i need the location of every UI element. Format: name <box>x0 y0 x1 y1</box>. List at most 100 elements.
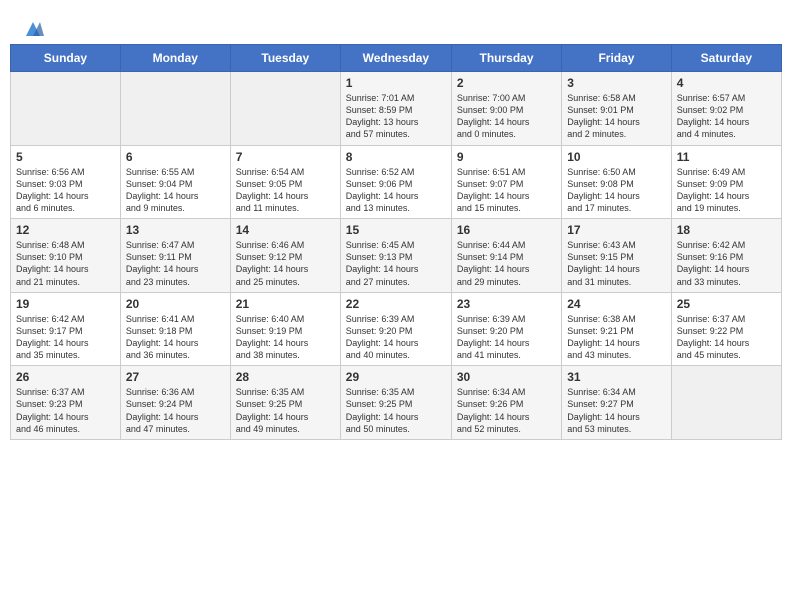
cell-info: Sunrise: 6:47 AM <box>126 239 225 251</box>
cell-info: Daylight: 14 hours <box>126 411 225 423</box>
day-header: Friday <box>562 45 671 72</box>
day-header: Tuesday <box>230 45 340 72</box>
cell-info: Sunset: 9:18 PM <box>126 325 225 337</box>
cell-info: Sunrise: 6:52 AM <box>346 166 446 178</box>
cell-info: Sunrise: 6:37 AM <box>16 386 115 398</box>
calendar-cell <box>671 366 781 440</box>
cell-info: Sunset: 9:01 PM <box>567 104 665 116</box>
cell-info: Sunset: 9:25 PM <box>346 398 446 410</box>
cell-info: Sunrise: 6:35 AM <box>346 386 446 398</box>
cell-info: Daylight: 14 hours <box>567 337 665 349</box>
cell-info: Sunrise: 6:44 AM <box>457 239 556 251</box>
cell-info: Sunrise: 6:49 AM <box>677 166 776 178</box>
day-number: 11 <box>677 150 776 164</box>
cell-info: Sunset: 9:11 PM <box>126 251 225 263</box>
calendar-cell: 1Sunrise: 7:01 AMSunset: 8:59 PMDaylight… <box>340 72 451 146</box>
cell-info: and 35 minutes. <box>16 349 115 361</box>
header <box>10 10 782 40</box>
calendar-cell: 26Sunrise: 6:37 AMSunset: 9:23 PMDayligh… <box>11 366 121 440</box>
calendar-cell: 17Sunrise: 6:43 AMSunset: 9:15 PMDayligh… <box>562 219 671 293</box>
cell-info: Daylight: 14 hours <box>457 190 556 202</box>
calendar-cell: 20Sunrise: 6:41 AMSunset: 9:18 PMDayligh… <box>120 292 230 366</box>
cell-info: Sunset: 9:09 PM <box>677 178 776 190</box>
day-number: 26 <box>16 370 115 384</box>
cell-info: and 43 minutes. <box>567 349 665 361</box>
cell-info: and 53 minutes. <box>567 423 665 435</box>
cell-info: Sunset: 9:20 PM <box>346 325 446 337</box>
cell-info: Sunset: 9:03 PM <box>16 178 115 190</box>
cell-info: Daylight: 14 hours <box>677 190 776 202</box>
calendar-cell <box>11 72 121 146</box>
cell-info: and 25 minutes. <box>236 276 335 288</box>
cell-info: Sunset: 9:07 PM <box>457 178 556 190</box>
cell-info: Sunrise: 6:57 AM <box>677 92 776 104</box>
day-header: Thursday <box>451 45 561 72</box>
cell-info: Sunset: 9:19 PM <box>236 325 335 337</box>
day-number: 20 <box>126 297 225 311</box>
cell-info: and 49 minutes. <box>236 423 335 435</box>
day-number: 8 <box>346 150 446 164</box>
calendar-cell: 22Sunrise: 6:39 AMSunset: 9:20 PMDayligh… <box>340 292 451 366</box>
cell-info: Sunset: 9:04 PM <box>126 178 225 190</box>
day-number: 4 <box>677 76 776 90</box>
cell-info: Sunrise: 6:35 AM <box>236 386 335 398</box>
calendar-cell: 3Sunrise: 6:58 AMSunset: 9:01 PMDaylight… <box>562 72 671 146</box>
cell-info: Daylight: 14 hours <box>236 190 335 202</box>
day-number: 15 <box>346 223 446 237</box>
cell-info: Sunset: 9:08 PM <box>567 178 665 190</box>
cell-info: Sunrise: 6:45 AM <box>346 239 446 251</box>
cell-info: and 31 minutes. <box>567 276 665 288</box>
cell-info: Daylight: 14 hours <box>677 337 776 349</box>
calendar: SundayMondayTuesdayWednesdayThursdayFrid… <box>10 44 782 440</box>
cell-info: Sunrise: 6:34 AM <box>567 386 665 398</box>
cell-info: Sunset: 9:25 PM <box>236 398 335 410</box>
calendar-cell: 13Sunrise: 6:47 AMSunset: 9:11 PMDayligh… <box>120 219 230 293</box>
cell-info: Sunrise: 6:43 AM <box>567 239 665 251</box>
calendar-cell: 6Sunrise: 6:55 AMSunset: 9:04 PMDaylight… <box>120 145 230 219</box>
cell-info: and 9 minutes. <box>126 202 225 214</box>
day-number: 18 <box>677 223 776 237</box>
day-header: Monday <box>120 45 230 72</box>
cell-info: and 36 minutes. <box>126 349 225 361</box>
cell-info: Sunrise: 6:39 AM <box>457 313 556 325</box>
calendar-cell: 18Sunrise: 6:42 AMSunset: 9:16 PMDayligh… <box>671 219 781 293</box>
cell-info: and 17 minutes. <box>567 202 665 214</box>
calendar-cell: 9Sunrise: 6:51 AMSunset: 9:07 PMDaylight… <box>451 145 561 219</box>
calendar-cell: 31Sunrise: 6:34 AMSunset: 9:27 PMDayligh… <box>562 366 671 440</box>
cell-info: and 4 minutes. <box>677 128 776 140</box>
calendar-cell: 24Sunrise: 6:38 AMSunset: 9:21 PMDayligh… <box>562 292 671 366</box>
cell-info: Sunrise: 6:58 AM <box>567 92 665 104</box>
logo <box>20 18 44 36</box>
cell-info: and 57 minutes. <box>346 128 446 140</box>
calendar-cell: 14Sunrise: 6:46 AMSunset: 9:12 PMDayligh… <box>230 219 340 293</box>
cell-info: Sunset: 9:15 PM <box>567 251 665 263</box>
day-number: 29 <box>346 370 446 384</box>
cell-info: Sunrise: 6:36 AM <box>126 386 225 398</box>
day-number: 27 <box>126 370 225 384</box>
day-number: 31 <box>567 370 665 384</box>
cell-info: Daylight: 14 hours <box>567 190 665 202</box>
cell-info: Sunrise: 6:56 AM <box>16 166 115 178</box>
cell-info: and 29 minutes. <box>457 276 556 288</box>
calendar-cell: 4Sunrise: 6:57 AMSunset: 9:02 PMDaylight… <box>671 72 781 146</box>
cell-info: and 11 minutes. <box>236 202 335 214</box>
cell-info: Sunset: 9:23 PM <box>16 398 115 410</box>
cell-info: and 47 minutes. <box>126 423 225 435</box>
cell-info: and 50 minutes. <box>346 423 446 435</box>
day-number: 30 <box>457 370 556 384</box>
cell-info: Daylight: 14 hours <box>567 411 665 423</box>
cell-info: Sunset: 9:24 PM <box>126 398 225 410</box>
cell-info: Daylight: 14 hours <box>346 190 446 202</box>
day-number: 9 <box>457 150 556 164</box>
calendar-cell: 12Sunrise: 6:48 AMSunset: 9:10 PMDayligh… <box>11 219 121 293</box>
cell-info: Daylight: 14 hours <box>126 337 225 349</box>
calendar-cell: 7Sunrise: 6:54 AMSunset: 9:05 PMDaylight… <box>230 145 340 219</box>
cell-info: Sunrise: 6:48 AM <box>16 239 115 251</box>
cell-info: Daylight: 14 hours <box>567 116 665 128</box>
cell-info: Daylight: 14 hours <box>126 190 225 202</box>
cell-info: and 33 minutes. <box>677 276 776 288</box>
cell-info: Sunrise: 6:34 AM <box>457 386 556 398</box>
cell-info: and 0 minutes. <box>457 128 556 140</box>
day-number: 12 <box>16 223 115 237</box>
cell-info: and 15 minutes. <box>457 202 556 214</box>
